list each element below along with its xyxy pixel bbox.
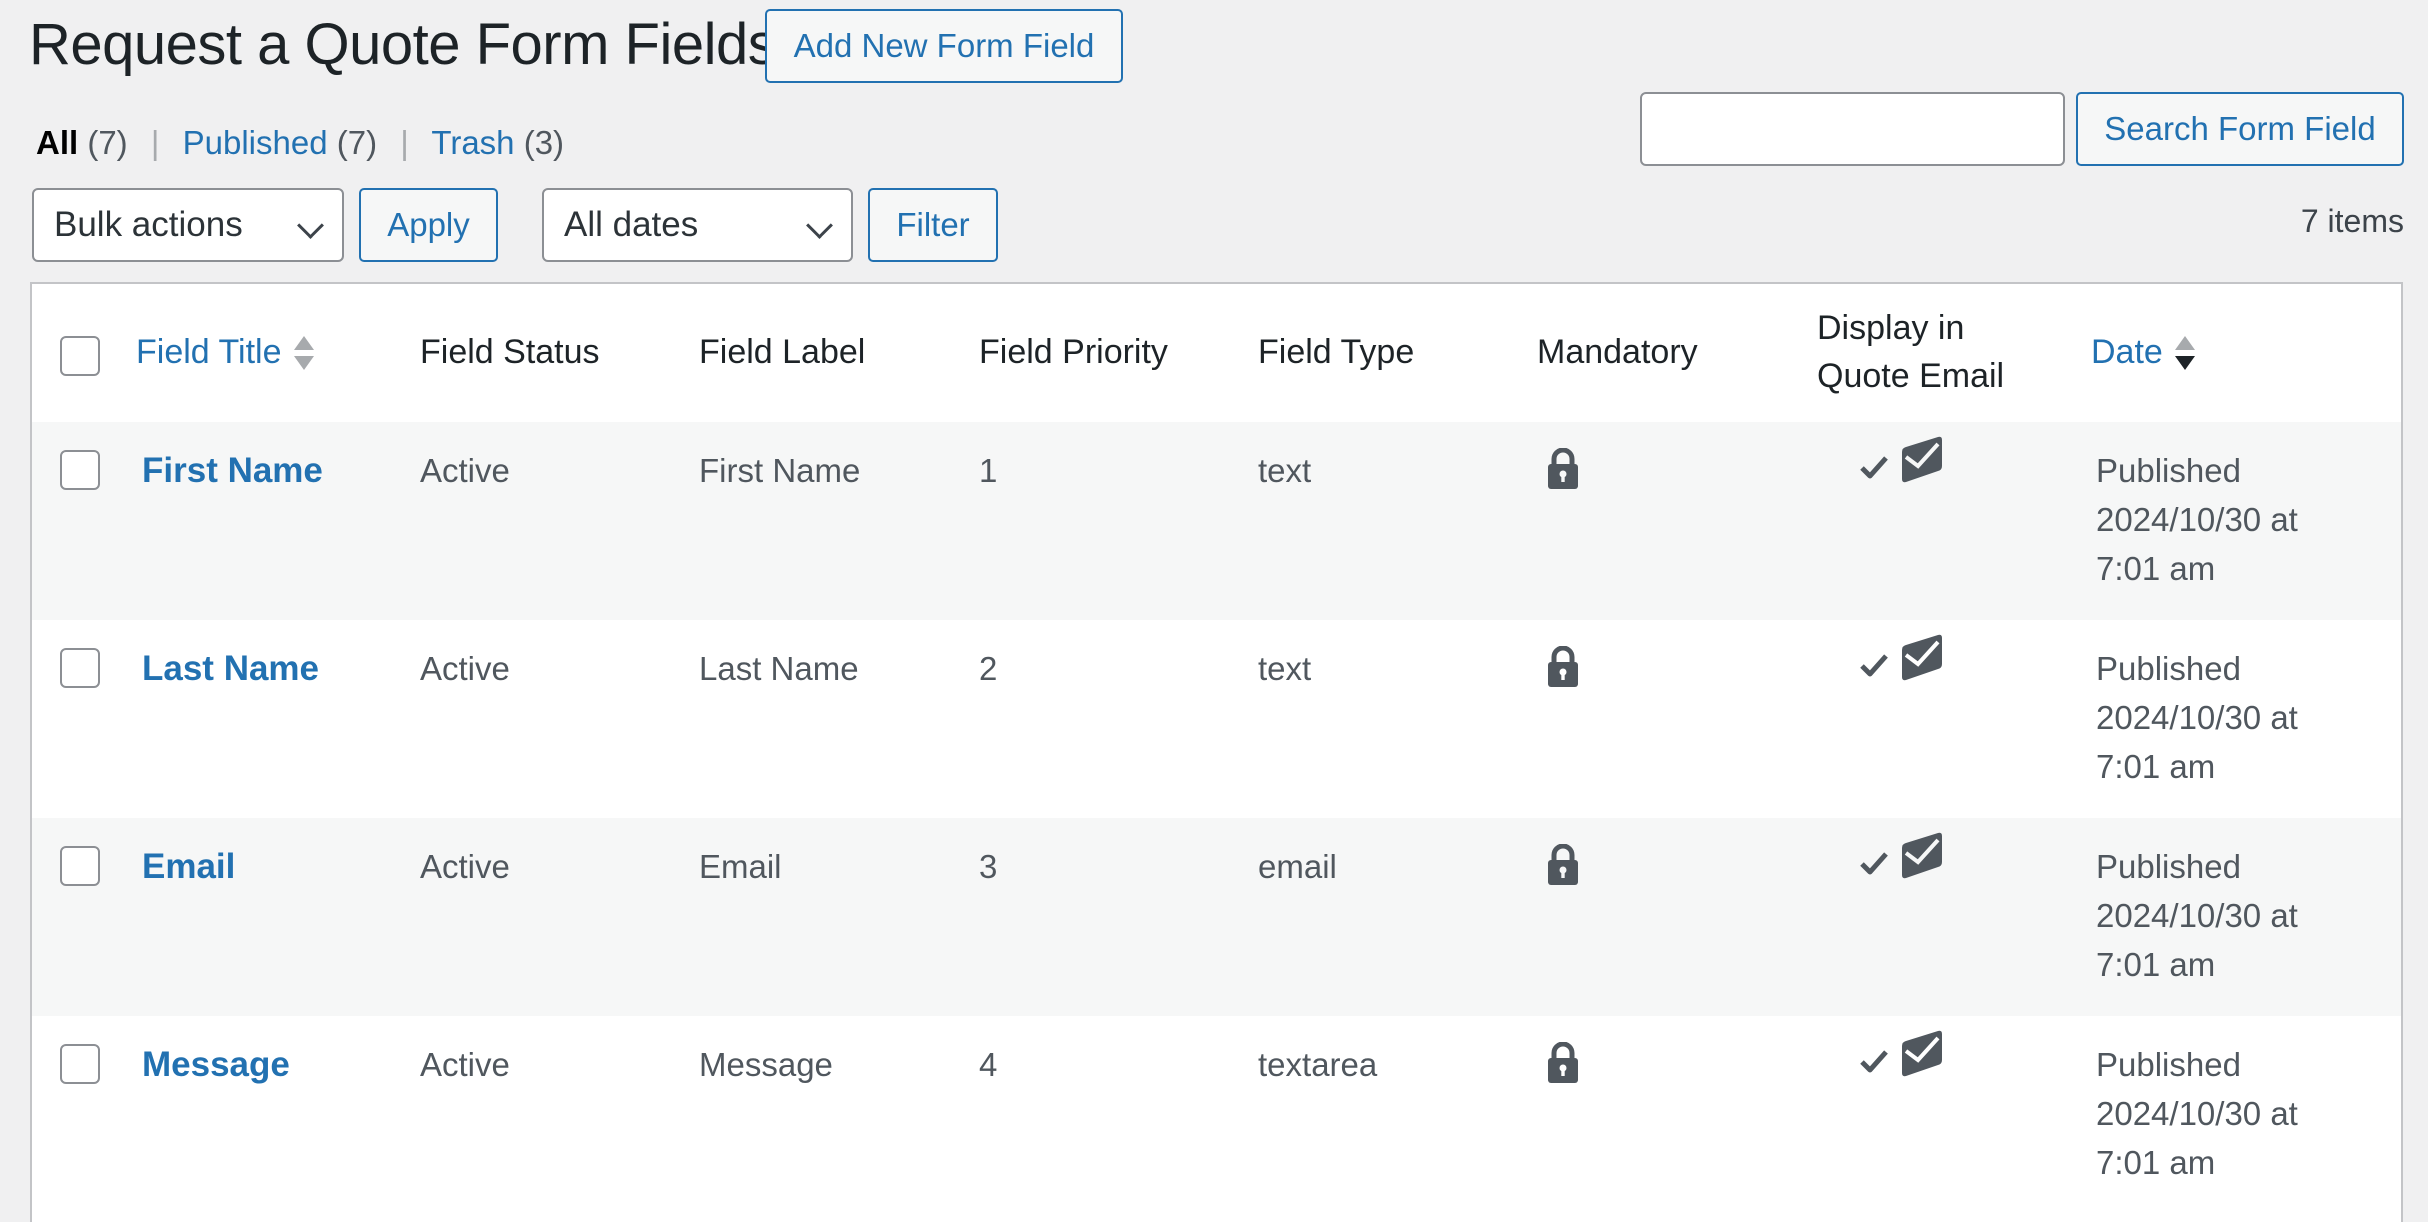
- field-title-link[interactable]: First Name: [142, 446, 323, 495]
- field-label: Message: [699, 1046, 833, 1083]
- view-trash-count: (3): [523, 124, 565, 161]
- field-type: text: [1258, 650, 1312, 687]
- date-value: 2024/10/30 at: [2096, 897, 2298, 934]
- date-value: 2024/10/30 at: [2096, 699, 2298, 736]
- table-row: Message Active Message 4 textarea Publis…: [32, 1016, 2401, 1214]
- dates-filter-select[interactable]: All dates: [542, 188, 853, 262]
- row-checkbox[interactable]: [60, 846, 100, 886]
- select-all-checkbox[interactable]: [60, 336, 100, 376]
- checkmark-icon: [1860, 652, 1888, 683]
- checkmark-icon: [1860, 850, 1888, 881]
- lock-icon: [1546, 843, 1580, 891]
- status-views: All (7) | Published (7) | Trash (3): [36, 120, 564, 166]
- time-value: 7:01 am: [2096, 946, 2216, 983]
- field-date: Published 2024/10/30 at 7:01 am: [2096, 842, 2298, 989]
- separator: |: [400, 124, 409, 161]
- items-count: 7 items: [2300, 203, 2404, 239]
- lock-icon: [1546, 1041, 1580, 1089]
- search-form-field-button[interactable]: Search Form Field: [2076, 92, 2404, 166]
- lock-icon: [1546, 447, 1580, 495]
- field-status: Active: [420, 1046, 510, 1083]
- checkmark-icon: [1860, 1048, 1888, 1079]
- field-label: Email: [699, 848, 782, 885]
- field-status: Active: [420, 848, 510, 885]
- date-status: Published: [2096, 1046, 2241, 1083]
- view-all-link[interactable]: All: [36, 124, 78, 161]
- filter-button[interactable]: Filter: [868, 188, 998, 262]
- row-checkbox[interactable]: [60, 450, 100, 490]
- field-type: email: [1258, 848, 1337, 885]
- column-field-label: Field Label: [699, 333, 866, 371]
- email-check-icon: [1900, 1030, 1944, 1083]
- email-check-icon: [1900, 832, 1944, 885]
- checkmark-icon: [1860, 454, 1888, 485]
- column-label: Field Title: [136, 333, 282, 371]
- field-priority: 3: [979, 848, 998, 885]
- column-field-title[interactable]: Field Title: [136, 328, 314, 376]
- column-mandatory: Mandatory: [1537, 333, 1698, 371]
- bulk-actions-select[interactable]: Bulk actions: [32, 188, 344, 262]
- view-all-count: (7): [87, 124, 128, 161]
- field-type: textarea: [1258, 1046, 1378, 1083]
- field-priority: 2: [979, 650, 998, 687]
- search-input[interactable]: [1640, 92, 2065, 166]
- view-published-count: (7): [336, 124, 378, 161]
- field-label: Last Name: [699, 650, 859, 687]
- add-new-form-field-button[interactable]: Add New Form Field: [765, 9, 1123, 83]
- table-row: Email Active Email 3 email Published 202…: [32, 818, 2401, 1016]
- email-check-icon: [1900, 436, 1944, 489]
- column-display-in-quote-email: Display in Quote Email: [1817, 304, 2004, 400]
- view-trash-link[interactable]: Trash: [431, 124, 514, 161]
- field-title-link[interactable]: Last Name: [142, 644, 319, 693]
- date-value: 2024/10/30 at: [2096, 1095, 2298, 1132]
- time-value: 7:01 am: [2096, 1144, 2216, 1181]
- apply-button[interactable]: Apply: [359, 188, 498, 262]
- column-field-priority: Field Priority: [979, 333, 1168, 371]
- field-date: Published 2024/10/30 at 7:01 am: [2096, 446, 2298, 593]
- lock-icon: [1546, 645, 1580, 693]
- table-header: Field Title Field Status Field Label Fie…: [32, 284, 2401, 424]
- field-date: Published 2024/10/30 at 7:01 am: [2096, 1040, 2298, 1187]
- chevron-down-icon: [297, 212, 324, 239]
- row-checkbox[interactable]: [60, 1044, 100, 1084]
- field-priority: 1: [979, 452, 998, 489]
- row-checkbox[interactable]: [60, 648, 100, 688]
- field-label: First Name: [699, 452, 861, 489]
- table-row: Last Name Active Last Name 2 text Publis…: [32, 620, 2401, 818]
- field-date: Published 2024/10/30 at 7:01 am: [2096, 644, 2298, 791]
- separator: |: [150, 124, 160, 161]
- column-field-status: Field Status: [420, 333, 600, 371]
- date-status: Published: [2096, 452, 2241, 489]
- field-priority: 4: [979, 1046, 998, 1083]
- form-fields-table: Field Title Field Status Field Label Fie…: [30, 282, 2403, 1222]
- field-status: Active: [420, 650, 510, 687]
- sort-icon: [293, 334, 314, 374]
- bulk-actions-value: Bulk actions: [54, 205, 243, 244]
- column-label-line: Quote Email: [1817, 357, 2005, 395]
- time-value: 7:01 am: [2096, 748, 2216, 785]
- time-value: 7:01 am: [2096, 550, 2216, 587]
- page-title: Request a Quote Form Fields: [29, 12, 777, 77]
- dates-filter-value: All dates: [564, 205, 699, 244]
- chevron-down-icon: [806, 212, 833, 239]
- date-status: Published: [2096, 848, 2241, 885]
- column-date[interactable]: Date: [2091, 328, 2195, 376]
- date-status: Published: [2096, 650, 2241, 687]
- table-row: First Name Active First Name 1 text Publ…: [32, 422, 2401, 620]
- field-status: Active: [420, 452, 510, 489]
- column-field-type: Field Type: [1258, 333, 1415, 371]
- email-check-icon: [1900, 634, 1944, 687]
- view-published-link[interactable]: Published: [183, 124, 328, 161]
- field-type: text: [1258, 452, 1312, 489]
- column-label-line: Display in: [1817, 309, 1965, 347]
- field-title-link[interactable]: Email: [142, 842, 235, 891]
- date-value: 2024/10/30 at: [2096, 501, 2298, 538]
- field-title-link[interactable]: Message: [142, 1040, 290, 1089]
- column-label: Date: [2091, 333, 2163, 371]
- sort-desc-icon: [2174, 334, 2195, 374]
